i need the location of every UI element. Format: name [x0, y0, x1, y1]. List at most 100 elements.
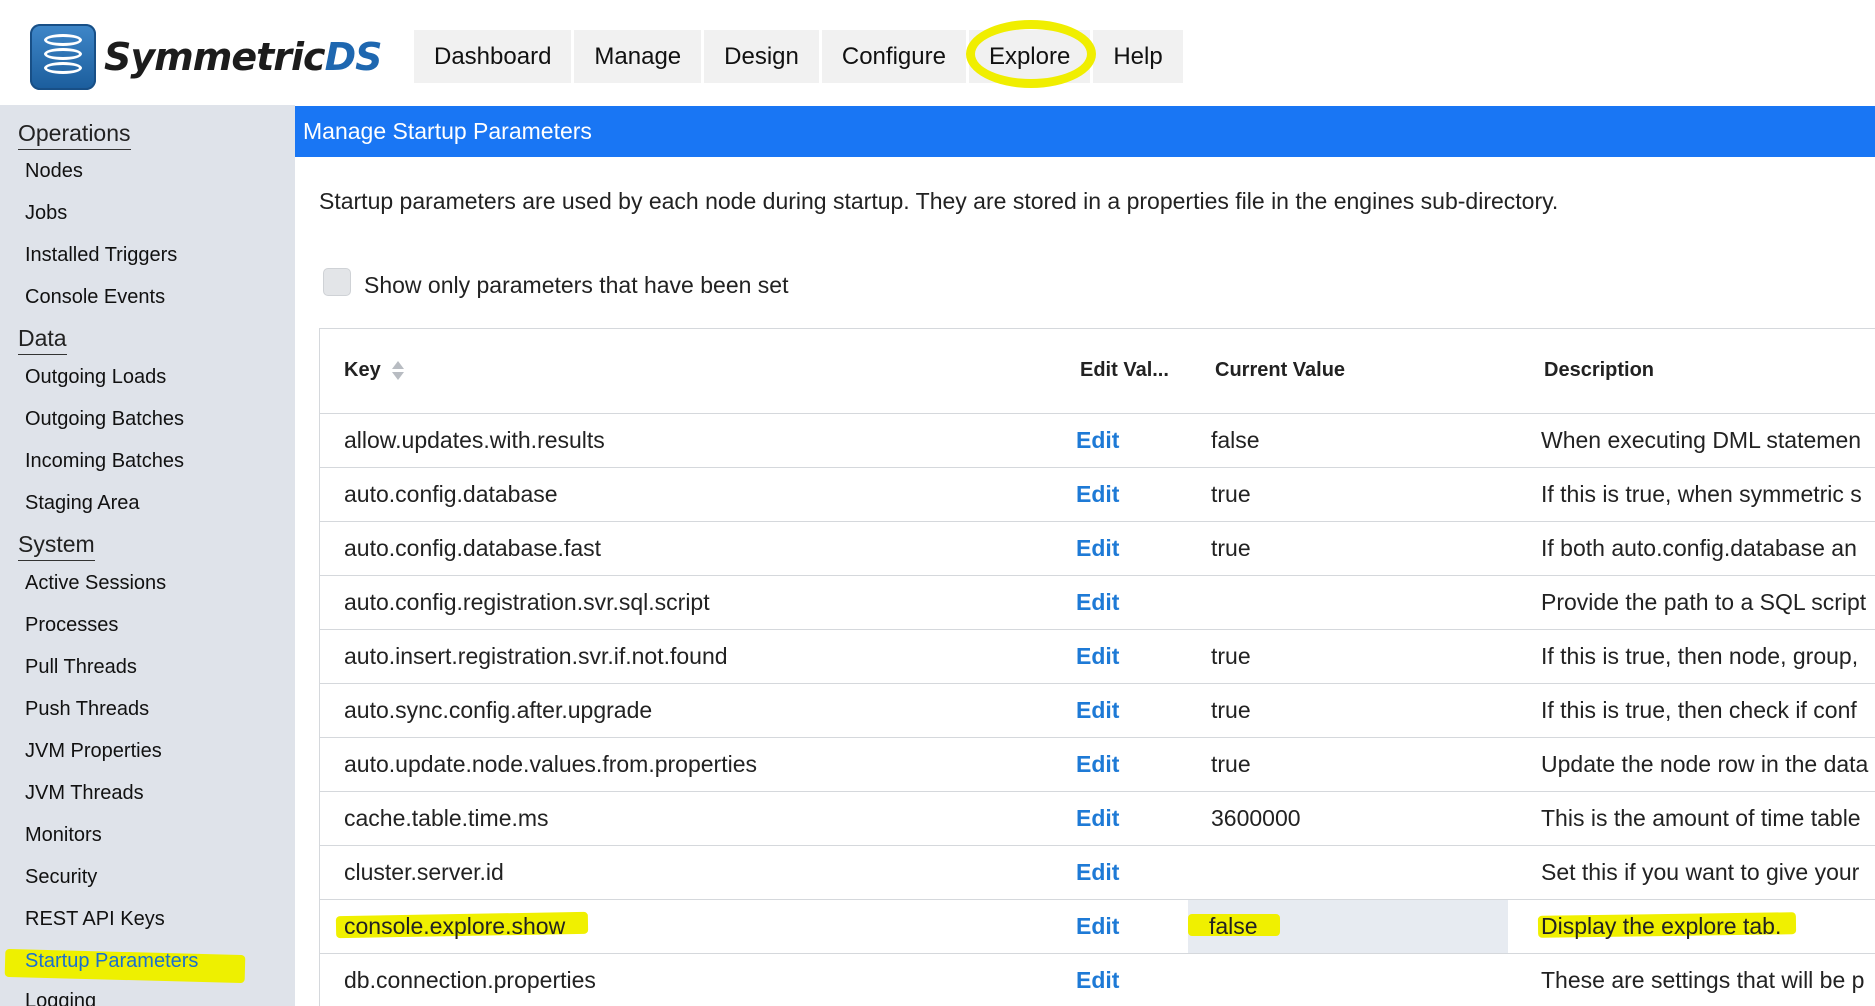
cell-key: auto.insert.registration.svr.if.not.foun… — [344, 630, 1044, 683]
cell-description-text: If both auto.config.database an — [1541, 535, 1857, 561]
cell-current-value — [1190, 954, 1510, 1006]
cell-description-text: If this is true, then node, group, — [1541, 643, 1859, 669]
table-row[interactable]: auto.update.node.values.from.properties E… — [320, 738, 1875, 792]
cell-current-value-text: true — [1211, 535, 1251, 561]
tab-help[interactable]: Help — [1093, 30, 1183, 83]
edit-link[interactable]: Edit — [1076, 900, 1176, 953]
cell-description: If this is true, then check if conf — [1520, 684, 1875, 737]
column-header-description[interactable]: Description — [1544, 359, 1654, 382]
edit-link-text: Edit — [1076, 859, 1120, 885]
sidebar-item-jvm-threads[interactable]: JVM Threads — [25, 782, 144, 805]
app-logo[interactable]: SymmetricDS — [30, 24, 382, 90]
cell-description-text: Display the explore tab. — [1541, 913, 1782, 939]
table-row[interactable]: auto.config.registration.svr.sql.script E… — [320, 576, 1875, 630]
cell-key-text: db.connection.properties — [344, 967, 596, 993]
edit-link-text: Edit — [1076, 427, 1120, 453]
sort-icon[interactable] — [391, 360, 405, 382]
edit-link[interactable]: Edit — [1076, 846, 1176, 899]
sidebar-item-staging-area[interactable]: Staging Area — [25, 492, 140, 515]
cell-key: auto.update.node.values.from.properties — [344, 738, 1044, 791]
cell-key: console.explore.show — [344, 900, 1044, 953]
table-row[interactable]: auto.insert.registration.svr.if.not.foun… — [320, 630, 1875, 684]
sidebar-item-monitors[interactable]: Monitors — [25, 824, 102, 847]
edit-link[interactable]: Edit — [1076, 792, 1176, 845]
sidebar-item-security[interactable]: Security — [25, 866, 97, 889]
cell-key: cluster.server.id — [344, 846, 1044, 899]
cell-key-text: auto.config.database.fast — [344, 535, 602, 561]
page-description: Startup parameters are used by each node… — [319, 188, 1559, 214]
logo-wordmark: SymmetricDS — [104, 35, 382, 79]
cell-key-text: cluster.server.id — [344, 859, 504, 885]
table-row[interactable]: cache.table.time.ms Edit 3600000 This is th… — [320, 792, 1875, 846]
edit-link-text: Edit — [1076, 967, 1120, 993]
page-title: Manage Startup Parameters — [295, 106, 1875, 157]
cell-key-text: allow.updates.with.results — [344, 427, 605, 453]
cell-description: Provide the path to a SQL script — [1520, 576, 1875, 629]
sidebar-item-logging[interactable]: Logging — [25, 990, 96, 1006]
edit-link[interactable]: Edit — [1076, 738, 1176, 791]
edit-link[interactable]: Edit — [1076, 576, 1176, 629]
sidebar-item-jvm-properties[interactable]: JVM Properties — [25, 740, 162, 763]
cell-key: allow.updates.with.results — [344, 414, 1044, 467]
show-set-only-checkbox[interactable] — [323, 268, 351, 296]
cell-current-value: true — [1190, 684, 1510, 737]
edit-link[interactable]: Edit — [1076, 522, 1176, 575]
sidebar-item-console-events[interactable]: Console Events — [25, 286, 165, 309]
cell-key: auto.sync.config.after.upgrade — [344, 684, 1044, 737]
cell-description-text: This is the amount of time table — [1541, 805, 1861, 831]
edit-link-text: Edit — [1076, 913, 1120, 939]
table-row[interactable]: console.explore.show Edit false Display the… — [320, 900, 1875, 954]
edit-link[interactable]: Edit — [1076, 954, 1176, 1006]
edit-link[interactable]: Edit — [1076, 630, 1176, 683]
cell-description-text: These are settings that will be p — [1541, 967, 1865, 993]
tab-design[interactable]: Design — [704, 30, 819, 83]
cell-description-text: Provide the path to a SQL script — [1541, 589, 1867, 615]
sidebar-item-pull-threads[interactable]: Pull Threads — [25, 656, 137, 679]
cell-key-text: auto.sync.config.after.upgrade — [344, 697, 653, 723]
sidebar-item-outgoing-loads[interactable]: Outgoing Loads — [25, 366, 166, 389]
cell-description: If this is true, then node, group, — [1520, 630, 1875, 683]
cell-description-text: Set this if you want to give your — [1541, 859, 1860, 885]
column-header-key[interactable]: Key — [344, 359, 405, 382]
edit-link[interactable]: Edit — [1076, 468, 1176, 521]
edit-link[interactable]: Edit — [1076, 684, 1176, 737]
table-row[interactable]: cluster.server.id Edit Set this if you wan… — [320, 846, 1875, 900]
sidebar-item-push-threads[interactable]: Push Threads — [25, 698, 149, 721]
edit-link-text: Edit — [1076, 481, 1120, 507]
table-row[interactable]: db.connection.properties Edit These are se… — [320, 954, 1875, 1006]
table-row[interactable]: auto.config.database Edit true If this is t… — [320, 468, 1875, 522]
cell-description: Set this if you want to give your — [1520, 846, 1875, 899]
show-set-only-label[interactable]: Show only parameters that have been set — [364, 272, 788, 299]
sidebar-item-installed-triggers[interactable]: Installed Triggers — [25, 244, 177, 267]
cell-key: auto.config.registration.svr.sql.script — [344, 576, 1044, 629]
sidebar-item-outgoing-batches[interactable]: Outgoing Batches — [25, 408, 184, 431]
column-header-current-value[interactable]: Current Value — [1215, 359, 1345, 382]
cell-description: These are settings that will be p — [1520, 954, 1875, 1006]
tab-dashboard[interactable]: Dashboard — [414, 30, 572, 83]
table-row[interactable]: auto.sync.config.after.upgrade Edit true If… — [320, 684, 1875, 738]
cell-current-value-text: false — [1211, 427, 1260, 453]
sidebar-item-startup-parameters[interactable]: Startup Parameters — [25, 950, 198, 973]
edit-link[interactable]: Edit — [1076, 414, 1176, 467]
sidebar-item-nodes[interactable]: Nodes — [25, 160, 83, 183]
sidebar-item-active-sessions[interactable]: Active Sessions — [25, 572, 166, 595]
cell-description-text: If this is true, when symmetric s — [1541, 481, 1862, 507]
cell-key-text: auto.config.database — [344, 481, 558, 507]
sidebar-group-operations: Operations — [18, 120, 131, 150]
sidebar-item-rest-api-keys[interactable]: REST API Keys — [25, 908, 165, 931]
edit-link-text: Edit — [1076, 643, 1120, 669]
cell-key: db.connection.properties — [344, 954, 1044, 1006]
cell-description-text: Update the node row in the data — [1541, 751, 1869, 777]
table-row[interactable]: auto.config.database.fast Edit true If both… — [320, 522, 1875, 576]
cell-current-value: true — [1190, 738, 1510, 791]
cell-current-value: 3600000 — [1190, 792, 1510, 845]
sidebar-item-processes[interactable]: Processes — [25, 614, 118, 637]
table-row[interactable]: allow.updates.with.results Edit false When … — [320, 414, 1875, 468]
sidebar-item-incoming-batches[interactable]: Incoming Batches — [25, 450, 184, 473]
cell-description: This is the amount of time table — [1520, 792, 1875, 845]
sidebar-item-jobs[interactable]: Jobs — [25, 202, 67, 225]
column-header-edit[interactable]: Edit Val... — [1080, 359, 1169, 382]
tab-manage[interactable]: Manage — [574, 30, 702, 83]
edit-link-text: Edit — [1076, 697, 1120, 723]
tab-configure[interactable]: Configure — [821, 30, 966, 83]
